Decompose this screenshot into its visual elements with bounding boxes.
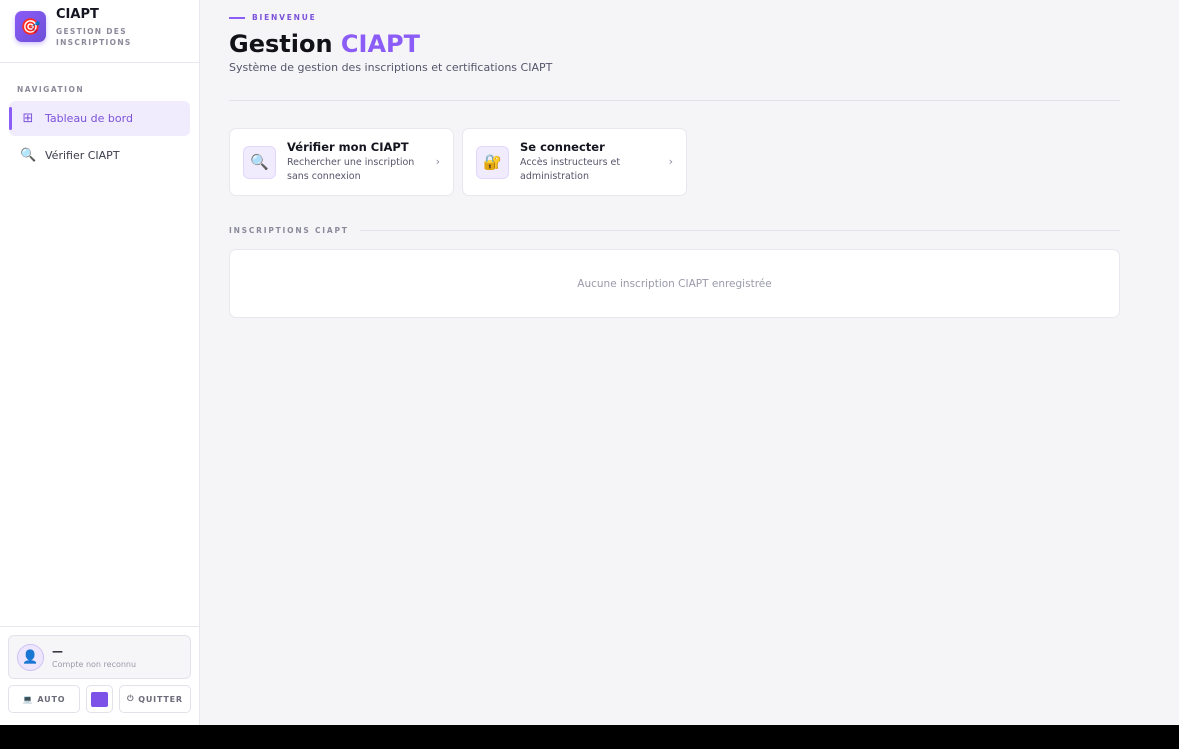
page-title-prefix: Gestion: [229, 30, 333, 58]
card-description: Accès instructeurs et administration: [520, 157, 621, 182]
brand-title: CIAPT: [56, 7, 99, 22]
user-status: Compte non reconnu: [52, 659, 137, 669]
card-text: Se connecter Accès instructeurs et admin…: [520, 140, 660, 184]
app-window: 🎯 CIAPT GESTION DES INSCRIPTIONS NAVIGAT…: [0, 0, 1179, 725]
header-divider: [229, 100, 1120, 101]
sidebar-item-label: Vérifier CIAPT: [45, 149, 120, 162]
sidebar-item-label: Tableau de bord: [45, 112, 133, 125]
eyebrow: BIENVENUE: [229, 13, 1120, 22]
brand-text: CIAPT GESTION DES INSCRIPTIONS: [56, 7, 146, 48]
accent-color-swatch: [91, 691, 108, 707]
sidebar-item-verify[interactable]: 🔍 Vérifier CIAPT: [9, 138, 190, 173]
theme-auto-button[interactable]: 💻 AUTO: [8, 685, 80, 713]
sidebar: 🎯 CIAPT GESTION DES INSCRIPTIONS NAVIGAT…: [0, 0, 200, 725]
sidebar-item-dashboard[interactable]: ⊞ Tableau de bord: [9, 101, 190, 136]
brand-subtitle: GESTION DES INSCRIPTIONS: [56, 27, 132, 47]
footer-buttons: 💻 AUTO ⏻ QUITTER: [8, 685, 191, 713]
quit-button[interactable]: ⏻ QUITTER: [119, 685, 191, 713]
main-content: BIENVENUE Gestion CIAPT Système de gesti…: [200, 0, 1179, 725]
chevron-right-icon: ›: [668, 155, 673, 168]
quit-label: QUITTER: [138, 694, 183, 704]
theme-auto-label: AUTO: [37, 694, 66, 704]
user-card[interactable]: 👤 — Compte non reconnu: [8, 635, 191, 679]
section-divider: [359, 230, 1120, 231]
user-info: — Compte non reconnu: [52, 644, 137, 669]
card-title: Vérifier mon CIAPT: [287, 140, 409, 154]
section-title: INSCRIPTIONS CIAPT: [229, 226, 349, 235]
page-title-accent: CIAPT: [340, 30, 420, 58]
card-title: Se connecter: [520, 140, 605, 154]
brand-header: 🎯 CIAPT GESTION DES INSCRIPTIONS: [0, 0, 199, 63]
eyebrow-text: BIENVENUE: [252, 13, 317, 22]
search-icon: 🔍: [20, 148, 37, 163]
power-icon: ⏻: [127, 694, 135, 703]
user-name: —: [52, 644, 63, 658]
dashboard-grid-icon: ⊞: [22, 111, 34, 126]
action-cards: 🔍 Vérifier mon CIAPT Rechercher une insc…: [229, 128, 1120, 196]
eyebrow-line: [229, 16, 245, 19]
laptop-icon: 💻: [22, 694, 34, 704]
search-icon: 🔍: [243, 145, 276, 179]
page-title: Gestion CIAPT: [229, 29, 1120, 59]
sidebar-footer: 👤 — Compte non reconnu 💻 AUTO ⏻ QUITTER: [0, 626, 199, 725]
section-header: INSCRIPTIONS CIAPT: [229, 226, 1120, 235]
page-subtitle: Système de gestion des inscriptions et c…: [229, 61, 553, 74]
avatar: 👤: [17, 643, 44, 671]
verify-ciapt-card[interactable]: 🔍 Vérifier mon CIAPT Rechercher une insc…: [229, 128, 454, 196]
card-description: Rechercher une inscription sans connexio…: [287, 157, 415, 182]
login-card[interactable]: 🔐 Se connecter Accès instructeurs et adm…: [462, 128, 687, 196]
nav-section-label: NAVIGATION: [17, 85, 85, 94]
accent-color-button[interactable]: [86, 685, 113, 713]
lock-key-icon: 🔐: [476, 145, 509, 179]
card-text: Vérifier mon CIAPT Rechercher une inscri…: [287, 140, 427, 184]
empty-message: Aucune inscription CIAPT enregistrée: [577, 277, 772, 290]
target-logo-icon: 🎯: [15, 11, 46, 42]
chevron-right-icon: ›: [435, 155, 440, 168]
empty-state: Aucune inscription CIAPT enregistrée: [229, 249, 1120, 318]
user-icon: 👤: [22, 649, 39, 665]
